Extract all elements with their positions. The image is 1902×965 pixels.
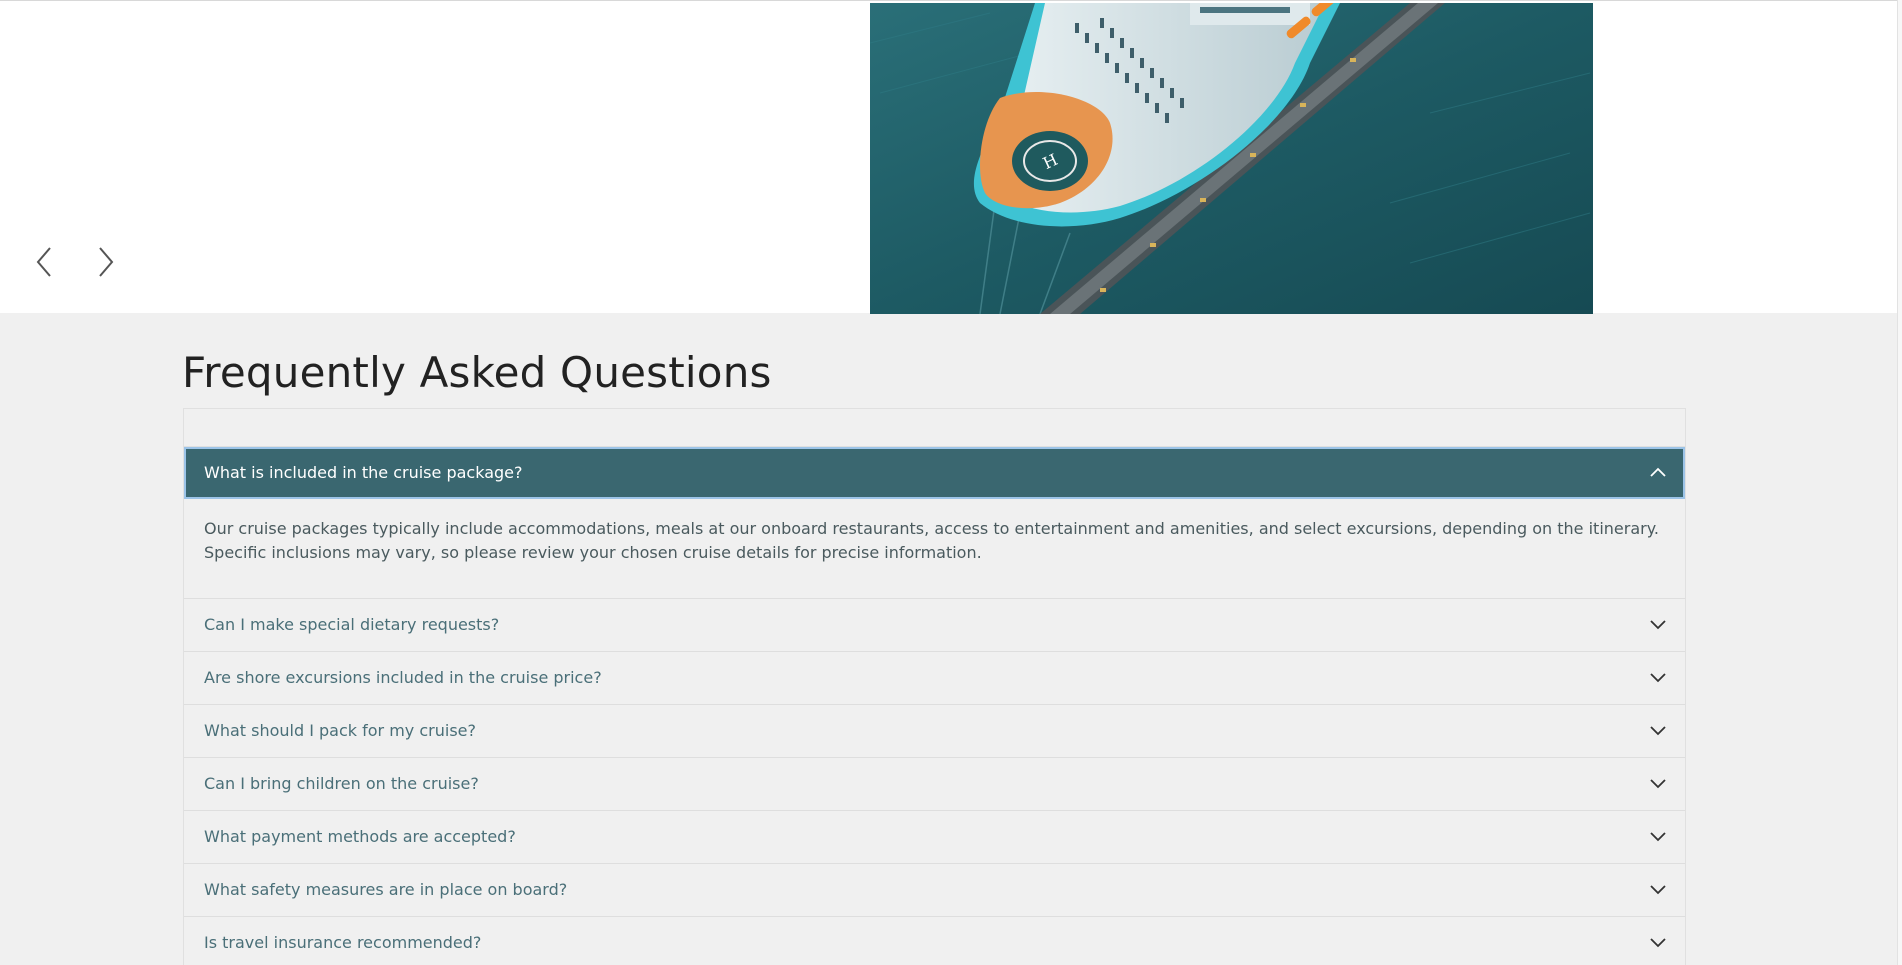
chevron-down-icon [1650, 779, 1666, 789]
faq-question-label: What is included in the cruise package? [204, 463, 523, 482]
faq-accordion: What is included in the cruise package? … [183, 408, 1686, 965]
image-carousel: H [0, 0, 1897, 314]
carousel-prev-button[interactable] [30, 244, 60, 280]
faq-question-label: What safety measures are in place on boa… [204, 880, 568, 899]
chevron-up-icon [1650, 467, 1666, 477]
page-scrollbar[interactable] [1897, 0, 1902, 965]
faq-question-label: What should I pack for my cruise? [204, 721, 476, 740]
chevron-right-icon [99, 247, 114, 277]
faq-question-what-to-pack[interactable]: What should I pack for my cruise? [184, 705, 1685, 758]
faq-question-safety-measures[interactable]: What safety measures are in place on boa… [184, 864, 1685, 917]
faq-answer-cruise-package: Our cruise packages typically include ac… [184, 499, 1685, 599]
faq-question-dietary-requests[interactable]: Can I make special dietary requests? [184, 599, 1685, 652]
faq-question-cruise-package[interactable]: What is included in the cruise package? [184, 447, 1685, 499]
faq-question-travel-insurance[interactable]: Is travel insurance recommended? [184, 917, 1685, 965]
faq-question-label: Is travel insurance recommended? [204, 933, 482, 952]
cruise-ship-image: H [870, 3, 1593, 314]
faq-question-label: What payment methods are accepted? [204, 827, 516, 846]
faq-question-label: Can I make special dietary requests? [204, 615, 500, 634]
faq-question-label: Can I bring children on the cruise? [204, 774, 479, 793]
faq-question-label: Are shore excursions included in the cru… [204, 668, 602, 687]
chevron-down-icon [1650, 673, 1666, 683]
chevron-down-icon [1650, 938, 1666, 948]
chevron-down-icon [1650, 885, 1666, 895]
faq-question-children[interactable]: Can I bring children on the cruise? [184, 758, 1685, 811]
faq-title: Frequently Asked Questions [182, 348, 772, 397]
faq-question-shore-excursions[interactable]: Are shore excursions included in the cru… [184, 652, 1685, 705]
carousel-next-button[interactable] [90, 244, 120, 280]
accordion-top-spacer [184, 409, 1685, 447]
faq-question-payment-methods[interactable]: What payment methods are accepted? [184, 811, 1685, 864]
chevron-down-icon [1650, 620, 1666, 630]
chevron-left-icon [36, 247, 51, 277]
chevron-down-icon [1650, 726, 1666, 736]
page: H Frequently Asked Questions What is inc… [0, 0, 1902, 965]
chevron-down-icon [1650, 832, 1666, 842]
